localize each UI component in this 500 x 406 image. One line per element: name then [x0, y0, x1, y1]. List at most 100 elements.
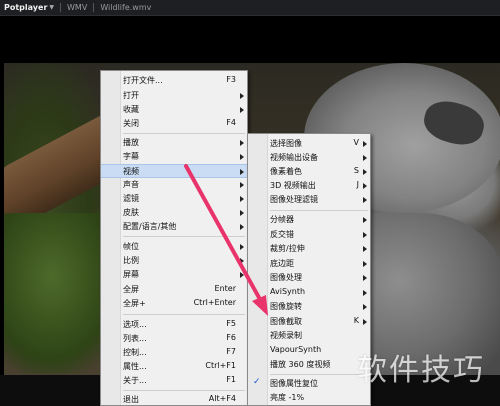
menu-item-frame[interactable]: 帧位	[101, 240, 247, 254]
menu-item-label: 裁剪/拉伸	[270, 244, 305, 253]
menu-separator	[123, 390, 245, 391]
menu-item-screen[interactable]: 屏幕	[101, 268, 247, 282]
menu-item-properties[interactable]: 属性... Ctrl+F1	[101, 360, 247, 374]
submenu-item-deinterlace[interactable]: 反交错	[248, 228, 370, 242]
menu-item-shortcut: F6	[226, 333, 236, 342]
menu-item-label: 退出	[123, 395, 139, 404]
submenu-item-3d-video-output[interactable]: 3D 视频输出 J	[248, 179, 370, 193]
menu-item-fullscreen-plus[interactable]: 全屏+ Ctrl+Enter	[101, 297, 247, 311]
menu-item-subtitles[interactable]: 字幕	[101, 150, 247, 164]
menu-item-label: 关于...	[123, 376, 147, 385]
submenu-item-vapoursynth[interactable]: VapourSynth	[248, 344, 370, 358]
menu-item-playback[interactable]: 播放	[101, 136, 247, 150]
submenu-arrow-icon	[363, 155, 367, 161]
menu-item-control[interactable]: 控制... F7	[101, 346, 247, 360]
dropdown-arrow-icon[interactable]: ▼	[49, 4, 54, 11]
menu-item-label: AviSynth	[270, 287, 306, 296]
menu-item-label: 比例	[123, 256, 139, 265]
submenu-item-crop-stretch[interactable]: 裁剪/拉伸	[248, 242, 370, 256]
submenu-item-play-360-video[interactable]: 播放 360 度视频	[248, 358, 370, 372]
menu-item-label: 关闭	[123, 119, 139, 128]
menu-item-fullscreen[interactable]: 全屏 Enter	[101, 283, 247, 297]
submenu-item-image-processing[interactable]: 图像处理	[248, 271, 370, 285]
menu-item-shortcut: Alt+F4	[208, 394, 236, 403]
menu-item-about[interactable]: 关于... F1	[101, 374, 247, 388]
menu-item-skins[interactable]: 皮肤	[101, 206, 247, 220]
menu-item-shortcut: V	[353, 138, 359, 147]
menu-separator	[123, 314, 245, 315]
menu-item-label: 视频	[123, 167, 139, 176]
menu-item-filters[interactable]: 滤镜	[101, 192, 247, 206]
submenu-arrow-icon	[240, 93, 244, 99]
menu-item-label: 底边距	[270, 259, 294, 268]
menu-item-shortcut: Ctrl+F1	[205, 361, 236, 370]
menu-item-config-language[interactable]: 配置/语言/其他	[101, 220, 247, 234]
menu-item-favorites[interactable]: 收藏	[101, 103, 247, 117]
menu-item-shortcut: Enter	[214, 284, 236, 293]
submenu-arrow-icon	[363, 183, 367, 189]
submenu-arrow-icon	[363, 169, 367, 175]
submenu-arrow-icon	[240, 272, 244, 278]
menu-item-label: 视频录制	[270, 331, 302, 340]
menu-item-label: 皮肤	[123, 208, 139, 217]
menu-item-label: 全屏+	[123, 299, 146, 308]
menu-item-label: 屏幕	[123, 270, 139, 279]
menu-item-label: 选择图像	[270, 139, 302, 148]
menu-item-exit[interactable]: 退出 Alt+F4	[101, 393, 247, 406]
title-separator	[60, 3, 62, 12]
submenu-item-image-capture[interactable]: 图像截取 K	[248, 315, 370, 329]
menu-item-label: 声音	[123, 180, 139, 189]
submenu-item-select-image[interactable]: 选择图像 V	[248, 137, 370, 151]
submenu-item-brightness[interactable]: 亮度 -1%	[248, 391, 370, 405]
submenu-item-avisynth[interactable]: AviSynth	[248, 286, 370, 300]
menu-item-label: 图像截取	[270, 317, 302, 326]
submenu-arrow-icon	[363, 141, 367, 147]
menu-separator	[270, 374, 368, 375]
submenu-item-frame-splitter[interactable]: 分帧器	[248, 213, 370, 227]
submenu-item-bottom-margin[interactable]: 底边距	[248, 257, 370, 271]
menu-item-open-file[interactable]: 打开文件... F3	[101, 74, 247, 88]
menu-item-label: 列表...	[123, 334, 147, 343]
submenu-item-image-filters[interactable]: 图像处理滤镜	[248, 193, 370, 207]
menu-item-open[interactable]: 打开	[101, 89, 247, 103]
menu-item-audio[interactable]: 声音	[101, 178, 247, 192]
menu-item-shortcut: S	[353, 166, 359, 175]
menu-item-label: 像素着色	[270, 167, 302, 176]
submenu-arrow-icon	[363, 197, 367, 203]
app-menu-button[interactable]: Potplayer	[0, 3, 47, 12]
submenu-arrow-icon	[240, 210, 244, 216]
submenu-arrow-icon	[363, 232, 367, 238]
submenu-item-reset-image-properties[interactable]: ✓ 图像属性复位	[248, 377, 370, 391]
submenu-item-video-record[interactable]: 视频录制	[248, 329, 370, 343]
submenu-arrow-icon	[240, 244, 244, 250]
submenu-arrow-icon	[363, 319, 367, 325]
format-label: WMV	[67, 3, 88, 12]
submenu-arrow-icon	[240, 258, 244, 264]
submenu-item-video-output-device[interactable]: 视频输出设备	[248, 151, 370, 165]
submenu-arrow-icon	[240, 182, 244, 188]
menu-item-label: 3D 视频输出	[270, 181, 316, 190]
menu-item-video[interactable]: 视频	[101, 164, 247, 178]
menu-item-label: 图像处理	[270, 273, 302, 282]
menu-item-ratio[interactable]: 比例	[101, 254, 247, 268]
submenu-arrow-icon	[240, 140, 244, 146]
submenu-arrow-icon	[363, 290, 367, 296]
submenu-arrow-icon	[240, 107, 244, 113]
submenu-arrow-icon	[240, 224, 244, 230]
context-menu: 打开文件... F3 打开 收藏 关闭 F4 播放 字幕 视频 声音 滤镜 皮肤…	[100, 70, 248, 406]
menu-item-shortcut: F1	[226, 375, 236, 384]
menu-item-close[interactable]: 关闭 F4	[101, 117, 247, 131]
menu-item-label: 控制...	[123, 348, 147, 357]
menu-item-options[interactable]: 选项... F5	[101, 318, 247, 332]
menu-item-label: VapourSynth	[270, 345, 322, 354]
menu-item-shortcut: F3	[226, 75, 236, 84]
submenu-item-pixel-shader[interactable]: 像素着色 S	[248, 165, 370, 179]
menu-item-shortcut: F5	[226, 319, 236, 328]
watermark-text: 软件技巧	[357, 353, 485, 388]
menu-item-label: 反交错	[270, 230, 294, 239]
menu-item-label: 播放	[123, 138, 139, 147]
menu-item-playlist[interactable]: 列表... F6	[101, 332, 247, 346]
menu-item-label: 收藏	[123, 105, 139, 114]
submenu-item-image-rotate[interactable]: 图像旋转	[248, 300, 370, 314]
menu-item-label: 图像处理滤镜	[270, 195, 318, 204]
